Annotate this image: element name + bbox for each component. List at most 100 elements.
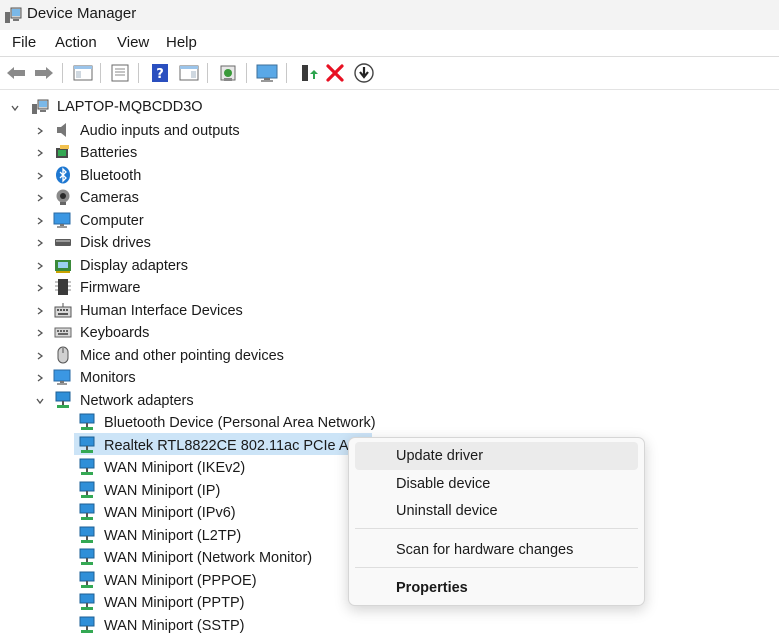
toolbar-separator bbox=[286, 63, 287, 83]
category-label[interactable]: Mice and other pointing devices bbox=[80, 348, 284, 364]
network-adapter-icon bbox=[79, 548, 95, 565]
category-label[interactable]: Bluetooth bbox=[80, 168, 141, 184]
menu-item-label: Properties bbox=[396, 580, 468, 596]
scan-hardware-icon[interactable] bbox=[216, 61, 240, 85]
network-adapter-icon bbox=[55, 391, 71, 408]
category-label[interactable]: Human Interface Devices bbox=[80, 303, 243, 319]
chevron-right-icon[interactable] bbox=[35, 238, 45, 248]
toolbar-separator bbox=[62, 63, 63, 83]
network-adapter-label[interactable]: WAN Miniport (PPPOE) bbox=[104, 573, 257, 589]
keyboard-icon bbox=[54, 327, 72, 338]
toolbar: ? bbox=[0, 57, 779, 90]
menu-separator bbox=[355, 567, 638, 568]
network-adapter-label[interactable]: WAN Miniport (IP) bbox=[104, 483, 220, 499]
menu-item-label: Scan for hardware changes bbox=[396, 542, 574, 558]
network-adapter-icon bbox=[79, 593, 95, 610]
category-label[interactable]: Disk drives bbox=[80, 235, 151, 251]
menu-file[interactable]: File bbox=[12, 34, 36, 51]
chevron-right-icon[interactable] bbox=[35, 193, 45, 203]
network-adapter-label[interactable]: WAN Miniport (IPv6) bbox=[104, 505, 236, 521]
uninstall-icon[interactable] bbox=[323, 61, 347, 85]
svg-text:?: ? bbox=[156, 67, 164, 82]
network-adapter-icon bbox=[79, 458, 95, 475]
network-adapter-label[interactable]: Realtek RTL8822CE 802.11ac PCIe Adap bbox=[104, 438, 373, 454]
bluetooth-icon bbox=[56, 166, 70, 184]
show-hide-tree-icon[interactable] bbox=[71, 61, 95, 85]
camera-icon bbox=[56, 189, 70, 205]
network-adapter-label[interactable]: WAN Miniport (SSTP) bbox=[104, 618, 244, 634]
computer-root-icon bbox=[32, 99, 49, 114]
properties-item[interactable]: Properties bbox=[355, 574, 638, 602]
toolbar-separator bbox=[138, 63, 139, 83]
chevron-right-icon[interactable] bbox=[35, 148, 45, 158]
update-driver-item[interactable]: Update driver bbox=[355, 442, 638, 470]
human-interface-icon bbox=[54, 303, 72, 318]
device-manager-icon bbox=[5, 7, 22, 23]
category-label[interactable]: Computer bbox=[80, 213, 144, 229]
chevron-right-icon[interactable] bbox=[35, 216, 45, 226]
network-adapter-icon bbox=[79, 413, 95, 430]
chevron-right-icon[interactable] bbox=[35, 261, 45, 271]
chevron-down-icon[interactable] bbox=[35, 396, 45, 406]
category-label[interactable]: Cameras bbox=[80, 190, 139, 206]
category-label[interactable]: Audio inputs and outputs bbox=[80, 123, 240, 139]
chevron-right-icon[interactable] bbox=[35, 306, 45, 316]
window-title: Device Manager bbox=[27, 5, 137, 22]
menu-separator bbox=[355, 528, 638, 529]
context-menu: Update driver Disable device Uninstall d… bbox=[348, 437, 645, 606]
toolbar-separator bbox=[207, 63, 208, 83]
menu-bar: File Action View Help bbox=[0, 30, 779, 57]
category-label[interactable]: Monitors bbox=[80, 370, 136, 386]
category-label[interactable]: Batteries bbox=[80, 145, 137, 161]
battery-icon bbox=[56, 145, 69, 158]
category-label[interactable]: Network adapters bbox=[80, 393, 194, 409]
toolbar-separator bbox=[246, 63, 247, 83]
network-adapter-icon bbox=[79, 436, 95, 453]
chevron-right-icon[interactable] bbox=[35, 126, 45, 136]
mouse-icon bbox=[57, 346, 69, 364]
back-arrow-icon[interactable] bbox=[4, 61, 28, 85]
properties-icon[interactable] bbox=[108, 61, 132, 85]
computer-icon bbox=[53, 212, 71, 228]
firmware-chip-icon bbox=[55, 279, 71, 295]
menu-item-label: Uninstall device bbox=[396, 503, 498, 519]
menu-item-label: Update driver bbox=[396, 448, 484, 464]
disable-device-item[interactable]: Disable device bbox=[355, 470, 638, 498]
menu-help[interactable]: Help bbox=[166, 34, 197, 51]
network-adapter-icon bbox=[79, 503, 95, 520]
chevron-right-icon[interactable] bbox=[35, 351, 45, 361]
toolbar-separator bbox=[100, 63, 101, 83]
network-adapter-label[interactable]: WAN Miniport (L2TP) bbox=[104, 528, 241, 544]
network-adapter-icon bbox=[79, 616, 95, 633]
chevron-right-icon[interactable] bbox=[35, 171, 45, 181]
chevron-right-icon[interactable] bbox=[35, 283, 45, 293]
category-label[interactable]: Keyboards bbox=[80, 325, 149, 341]
network-adapter-label[interactable]: Bluetooth Device (Personal Area Network) bbox=[104, 415, 376, 431]
disable-icon[interactable] bbox=[352, 61, 376, 85]
monitor-icon bbox=[53, 369, 71, 385]
chevron-down-icon[interactable] bbox=[10, 103, 20, 113]
forward-arrow-icon[interactable] bbox=[32, 61, 56, 85]
scan-hardware-item[interactable]: Scan for hardware changes bbox=[355, 536, 638, 564]
tree-root-label[interactable]: LAPTOP-MQBCDD3O bbox=[57, 99, 203, 115]
chevron-right-icon[interactable] bbox=[35, 373, 45, 383]
menu-item-label: Disable device bbox=[396, 476, 491, 492]
menu-view[interactable]: View bbox=[117, 34, 149, 51]
update-driver-icon[interactable] bbox=[296, 61, 320, 85]
action-pane-icon[interactable] bbox=[177, 61, 201, 85]
menu-action[interactable]: Action bbox=[55, 34, 97, 51]
category-label[interactable]: Display adapters bbox=[80, 258, 188, 274]
network-adapter-label[interactable]: WAN Miniport (Network Monitor) bbox=[104, 550, 312, 566]
monitor-icon[interactable] bbox=[255, 61, 279, 85]
speaker-icon bbox=[57, 123, 66, 137]
disk-drive-icon bbox=[55, 239, 71, 246]
help-icon[interactable]: ? bbox=[148, 61, 172, 85]
network-adapter-icon bbox=[79, 481, 95, 498]
network-adapter-icon bbox=[79, 571, 95, 588]
network-adapter-label[interactable]: WAN Miniport (PPTP) bbox=[104, 595, 244, 611]
uninstall-device-item[interactable]: Uninstall device bbox=[355, 497, 638, 525]
category-label[interactable]: Firmware bbox=[80, 280, 140, 296]
network-adapter-label[interactable]: WAN Miniport (IKEv2) bbox=[104, 460, 245, 476]
network-adapter-icon bbox=[79, 526, 95, 543]
chevron-right-icon[interactable] bbox=[35, 328, 45, 338]
